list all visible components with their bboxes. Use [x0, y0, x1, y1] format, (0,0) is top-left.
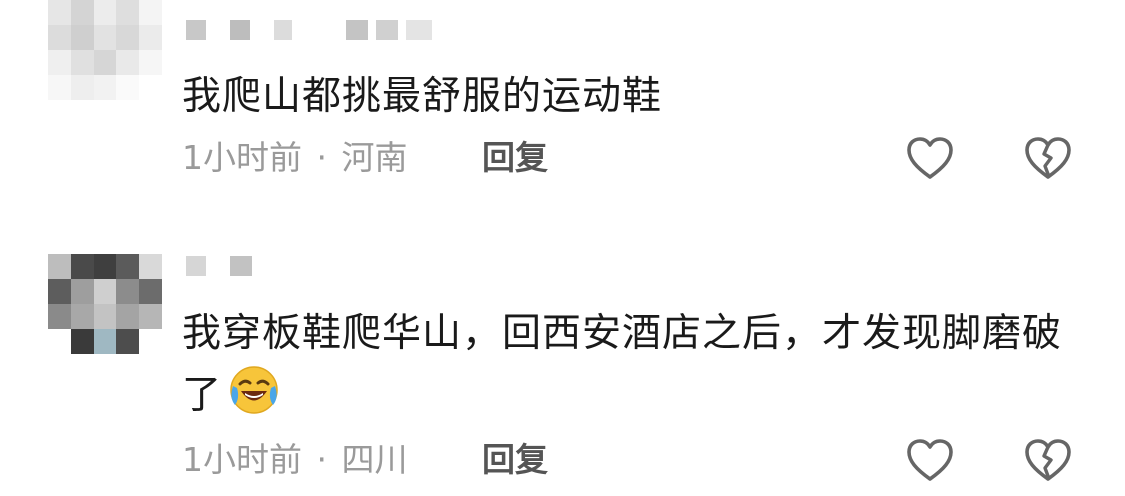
comment-time: 1小时前	[182, 138, 302, 177]
broken-heart-icon[interactable]	[1024, 136, 1072, 180]
reply-button[interactable]: 回复	[482, 138, 548, 178]
comment-item: 我穿板鞋爬华山，回西安酒店之后，才发现脚磨破了 1小时前 · 四川 回复	[0, 246, 1125, 496]
comment-text: 我穿板鞋爬华山，回西安酒店之后，才发现脚磨破了	[182, 304, 1062, 426]
comment-time: 1小时前	[182, 440, 302, 479]
comment-item: 我爬山都挑最舒服的运动鞋 1小时前 · 河南 回复	[0, 0, 1125, 200]
reply-button[interactable]: 回复	[482, 440, 548, 480]
heart-icon[interactable]	[906, 136, 954, 180]
meta-separator: ·	[316, 138, 328, 177]
comment-location: 河南	[341, 138, 408, 177]
comment-text: 我爬山都挑最舒服的运动鞋	[182, 74, 663, 119]
meta-separator: ·	[316, 440, 328, 479]
username-blurred[interactable]	[182, 16, 462, 44]
heart-icon[interactable]	[906, 438, 954, 482]
comment-meta: 1小时前 · 河南	[182, 138, 408, 178]
face-with-tears-of-joy-icon	[230, 366, 278, 414]
username-blurred[interactable]	[182, 252, 462, 280]
comment-text-content: 我穿板鞋爬华山，回西安酒店之后，才发现脚磨破了	[182, 311, 1063, 418]
comment-location: 四川	[341, 440, 408, 479]
avatar[interactable]	[48, 0, 162, 100]
comment-meta: 1小时前 · 四川	[182, 440, 408, 480]
avatar[interactable]	[48, 254, 162, 354]
broken-heart-icon[interactable]	[1024, 438, 1072, 482]
